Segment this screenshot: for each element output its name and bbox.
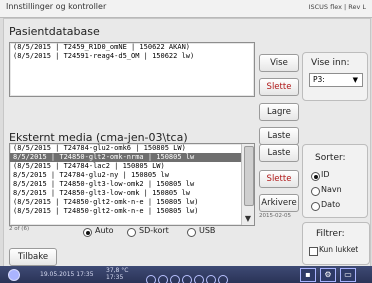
brand-label: ISCUS flex | Rev L	[308, 3, 366, 11]
media-row[interactable]: 8/5/2015 | T24850-glt3-low-omk | 150805 …	[10, 189, 254, 198]
view-in-label: Vise inn:	[311, 58, 350, 68]
media-delete-button[interactable]: Slette	[259, 170, 299, 188]
window-titlebar: Innstillinger og kontroller ISCUS flex |…	[0, 0, 372, 18]
media-row[interactable]: (8/5/2015 | T24850-glt2-omk-n-e | 150805…	[10, 207, 254, 216]
media-scrollbar[interactable]: ▼	[241, 144, 254, 225]
media-row[interactable]: 8/5/2015 | T24784-glu2-ny | 150805 lw	[10, 171, 254, 180]
media-row[interactable]: (8/5/2015 | T24784-lac2 | 150805 LW)	[10, 162, 254, 171]
source-auto-label: Auto	[95, 226, 114, 235]
user-icon[interactable]: ▪	[300, 268, 316, 282]
sort-name-radio[interactable]	[311, 187, 320, 196]
save-button[interactable]: Lagre	[259, 103, 299, 121]
load-button[interactable]: Laste	[259, 144, 299, 162]
status-datetime: 19.05.2015 17:35	[40, 271, 94, 278]
sort-date-radio[interactable]	[311, 202, 320, 211]
indicator-icon	[170, 275, 180, 283]
indicator-icon	[158, 275, 168, 283]
status-bar: 19.05.2015 17:35 37,8 °C 17:35 ▪ ⚙ ▭	[0, 266, 372, 283]
media-row[interactable]: 8/5/2015 | T24850-glt3-low-omk2 | 150805…	[10, 180, 254, 189]
view-button[interactable]: Vise	[259, 54, 299, 72]
back-button[interactable]: Tilbake	[9, 248, 57, 266]
patient-row[interactable]: (8/5/2015 | T24591-reag4-d5_OM | 150622 …	[10, 52, 254, 61]
patient-row[interactable]: (8/5/2015 | T2459_R1D0_omNE | 150622 AKA…	[10, 43, 254, 52]
filter-label: Filtrer:	[316, 229, 345, 239]
view-in-select[interactable]: P3: ▼	[309, 73, 363, 87]
indicator-icon	[182, 275, 192, 283]
sort-group: Sorter: ID Navn Dato	[302, 144, 368, 218]
source-usb-label: USB	[199, 226, 216, 235]
list-counter: 2 of (6)	[9, 226, 30, 232]
scroll-down-icon[interactable]: ▼	[244, 215, 252, 223]
media-row[interactable]: (8/5/2015 | T24850-glt2-omk-n-e | 150805…	[10, 198, 254, 207]
status-time-short: 17:35	[106, 274, 124, 281]
status-indicators	[146, 270, 230, 283]
sort-id-label: ID	[321, 170, 330, 179]
status-temperature: 37,8 °C	[106, 267, 129, 274]
filter-group: Filtrer: Kun lukket	[302, 222, 370, 265]
indicator-icon	[194, 275, 204, 283]
source-usb-radio[interactable]	[187, 228, 196, 237]
app-window: Innstillinger og kontroller ISCUS flex |…	[0, 0, 372, 283]
media-row-selected[interactable]: 8/5/2015 | T24850-glt2-omk-nrma | 150805…	[10, 153, 254, 162]
main-panel: Pasientdatabase (8/5/2015 | T2459_R1D0_o…	[3, 18, 371, 268]
sort-name-label: Navn	[321, 185, 342, 194]
archive-date: 2015-02-05	[259, 213, 291, 219]
dropdown-arrow-icon: ▼	[352, 76, 358, 84]
archive-button[interactable]: Arkivere	[259, 194, 299, 212]
source-sd-label: SD-kort	[139, 226, 169, 235]
external-media-list[interactable]: (8/5/2015 | T24784-glu2-omk6 | 150805 LW…	[9, 143, 255, 226]
sort-id-radio[interactable]	[311, 172, 320, 181]
power-icon[interactable]	[8, 269, 20, 281]
window-title: Innstillinger og kontroller	[6, 2, 107, 11]
only-locked-checkbox[interactable]	[309, 247, 318, 256]
view-in-group: Vise inn: P3: ▼	[302, 52, 368, 101]
sort-date-label: Dato	[321, 200, 341, 209]
source-auto-radio[interactable]	[83, 228, 92, 237]
settings-icon[interactable]: ⚙	[320, 268, 336, 282]
view-in-selected: P3:	[313, 75, 325, 84]
delete-button[interactable]: Slette	[259, 78, 299, 96]
media-row[interactable]: (8/5/2015 | T24784-glu2-omk6 | 150805 LW…	[10, 144, 254, 153]
indicator-icon	[206, 275, 216, 283]
sort-label: Sorter:	[315, 153, 346, 163]
scrollbar-thumb[interactable]	[244, 146, 254, 206]
folder-icon[interactable]: ▭	[340, 268, 356, 282]
reports-button[interactable]: Laste	[259, 127, 299, 145]
source-sd-radio[interactable]	[127, 228, 136, 237]
only-locked-label: Kun lukket	[319, 245, 359, 254]
patient-database-title: Pasientdatabase	[9, 25, 100, 38]
indicator-icon	[218, 275, 228, 283]
patient-database-list[interactable]: (8/5/2015 | T2459_R1D0_omNE | 150622 AKA…	[9, 42, 255, 97]
indicator-icon	[146, 275, 156, 283]
